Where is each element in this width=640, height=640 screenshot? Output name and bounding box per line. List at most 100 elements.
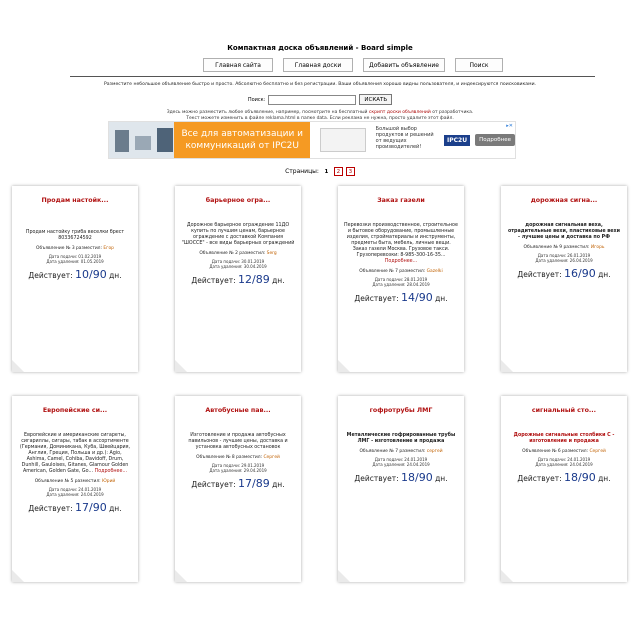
card-meta: Объявление № 3 разместил: Егор [18,246,132,251]
card-title[interactable]: гофротрубы ЛМГ [344,407,458,414]
card-author[interactable]: Юрий [102,479,115,484]
card-active-unit: дн. [109,271,122,281]
card-number: Объявление № 8 разместил: [196,455,263,460]
card-description: Продам настойку гриба веселки брест 8033… [25,230,125,241]
card-expires: Дата удаления: 24.04.2019 [372,462,430,468]
card-active-label: Действует: [354,474,399,484]
card-title[interactable]: Заказ газели [344,197,458,204]
card-more-link[interactable]: Подробнее... [95,469,127,474]
card-active-value: 17/89 [238,477,270,491]
card-active: Действует: 18/90 дн. [507,471,621,484]
search-submit-button[interactable]: ИСКАТЬ [359,94,393,105]
card-dates: Дата подачи: 30.01.2019 Дата удаления: 30… [181,259,295,269]
page-curl [175,570,187,582]
card-author[interactable]: Егор [103,246,114,251]
card-active: Действует: 10/90 дн. [18,268,132,281]
card-active-label: Действует: [28,271,73,281]
card-author[interactable]: сергей [427,449,443,454]
intro-text: Разместите небольшое объявление быстро и… [103,82,537,87]
card-number: Объявление № 3 разместил: [36,246,102,251]
ad-card[interactable]: Заказ газели Перевозки производственное,… [338,186,464,372]
promo-note-text: Здесь можно разместить любое объявление,… [166,110,368,115]
card-title[interactable]: сигнальный сто... [507,407,621,414]
card-active: Действует: 17/89 дн. [181,477,295,490]
card-description: Дорожное барьерное ограждение 11ДО купит… [181,223,295,246]
card-active: Действует: 12/89 дн. [181,273,295,286]
card-more-link[interactable]: Подробнее... [385,259,417,264]
card-author[interactable]: Сергей [263,455,279,460]
nav-home-site-button[interactable]: Главная сайта [203,58,273,72]
card-title[interactable]: дорожная сигна... [507,197,621,204]
nav-add-ad-button[interactable]: Добавить объявление [363,58,445,72]
page-curl [501,360,513,372]
card-author[interactable]: Gazelki [427,269,443,274]
ad-logo: IPC2U [439,122,475,158]
ad-card[interactable]: сигнальный сто... Дорожные сигнальные ст… [501,396,627,582]
card-title[interactable]: барьерное огра... [181,197,295,204]
card-expires: Дата удаления: 28.04.2019 [372,282,430,288]
script-link[interactable]: скрипт доски объявлений [369,110,431,115]
card-description: Металлические гофрированные трубы ЛМГ - … [346,433,456,444]
card-active-unit: дн. [598,270,611,280]
card-description: Перевозки производственное, строительное… [344,223,458,265]
card-description: дорожная сигнальная веха, отрадительные … [507,223,620,240]
pagination: Страницы: 1 2 3 [0,167,640,176]
card-active-label: Действует: [354,294,399,304]
card-author[interactable]: Serg [267,251,277,256]
ad-card[interactable]: Продам настойк... Продам настойку гриба … [12,186,138,372]
card-author[interactable]: Игорь [591,245,605,250]
card-expires: Дата удаления: 26.04.2019 [535,258,593,264]
card-title[interactable]: Автобусные пав... [181,407,295,414]
card-dates: Дата подачи: 28.01.2019 Дата удаления: 28… [344,277,458,287]
ad-card[interactable]: Европейские си... Европейские и американ… [12,396,138,582]
card-dates: Дата подачи: 24.01.2019 Дата удаления: 24… [18,487,132,497]
card-meta: Объявление № 9 разместил: Игорь [507,245,621,250]
ad-banner[interactable]: Все для автоматизации и коммуникаций от … [108,121,516,159]
page-1: 1 [324,168,329,175]
card-active-unit: дн. [435,294,448,304]
page-curl [12,570,24,582]
card-meta: Объявление № 2 разместил: Serg [181,251,295,256]
ad-headline[interactable]: Все для автоматизации и коммуникаций от … [173,122,311,158]
card-expires: Дата удаления: 24.04.2019 [535,462,593,468]
pagination-label: Страницы: [285,168,319,175]
card-number: Объявление № 6 разместил: [522,449,589,454]
search-bar: Поиск: ИСКАТЬ [0,94,640,105]
card-description: Изготовление и продажа автобусных павиль… [188,433,288,450]
ad-card[interactable]: дорожная сигна... дорожная сигнальная ве… [501,186,627,372]
card-title[interactable]: Продам настойк... [18,197,132,204]
ad-device-image [310,122,373,158]
card-active-label: Действует: [517,270,562,280]
card-active-value: 18/90 [564,471,596,485]
card-expires: Дата удаления: 01.05.2019 [46,259,104,265]
card-number: Объявление № 9 разместил: [523,245,590,250]
card-active: Действует: 17/90 дн. [18,501,132,514]
search-input[interactable] [268,94,357,105]
promo-note-text-end: от разработчика. [432,110,474,115]
card-meta: Объявление № 7 разместил: сергей [344,449,458,454]
site-title: Компактная доска объявлений - Board simp… [227,44,413,52]
ad-card[interactable]: гофротрубы ЛМГ Металлические гофрированн… [338,396,464,582]
card-description: Дорожные сигнальные столбики С - изготов… [513,433,615,444]
card-dates: Дата подачи: 29.01.2019 Дата удаления: 29… [181,463,295,473]
ad-product-image [109,122,174,158]
card-active-unit: дн. [435,474,448,484]
ad-card[interactable]: Автобусные пав... Изготовление и продажа… [175,396,301,582]
card-title[interactable]: Европейские си... [18,407,132,414]
card-dates: Дата подачи: 26.01.2019 Дата удаления: 26… [507,253,621,263]
ad-info-icon[interactable]: ▸✕ [506,123,513,129]
card-active-value: 10/90 [75,268,107,282]
card-expires: Дата удаления: 30.04.2019 [209,264,267,270]
card-active: Действует: 18/90 дн. [344,471,458,484]
page-curl [501,570,513,582]
card-number: Объявление № 7 разместил: [359,449,426,454]
page-2-link[interactable]: 2 [333,167,343,176]
card-active-value: 18/90 [401,471,433,485]
card-active-value: 16/90 [564,267,596,281]
page-3-link[interactable]: 3 [345,167,355,176]
card-active-value: 14/90 [401,291,433,305]
nav-search-button[interactable]: Поиск [455,58,503,72]
ad-card[interactable]: барьерное огра... Дорожное барьерное огр… [175,186,301,372]
nav-board-home-button[interactable]: Главная доски [283,58,353,72]
card-author[interactable]: Сергей [589,449,605,454]
